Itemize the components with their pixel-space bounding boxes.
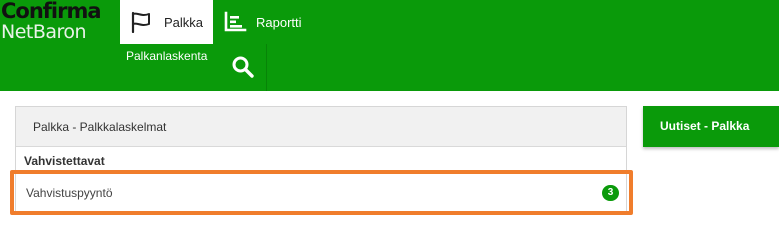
payslips-panel-title: Palkka - Palkkalaskelmat [33,120,167,134]
nav-tab-palkanlaskenta-label: Palkanlaskenta [126,49,208,63]
nav-tab-palkka-label: Palkka [164,15,204,30]
search-button[interactable] [223,44,267,91]
news-panel-title: Uutiset - Palkka [660,119,750,133]
news-panel-header[interactable]: Uutiset - Palkka [643,106,779,147]
payslips-panel-header: Palkka - Palkkalaskelmat [16,107,626,147]
nav-tab-palkanlaskenta[interactable]: Palkanlaskenta [118,44,223,91]
flag-icon [131,11,150,33]
top-navigation-bar: Confirma NetBaron Palkka Raportti Palkan… [0,0,779,91]
section-title-vahvistettavat: Vahvistettavat [24,154,105,168]
nav-tab-palkka[interactable]: Palkka [120,0,213,44]
search-icon [232,56,254,78]
logo-line-2: NetBaron [1,21,87,43]
logo[interactable]: Confirma NetBaron [0,0,118,44]
nav-tab-raportti[interactable]: Raportti [213,0,323,44]
highlight-outline [10,170,633,215]
nav-tab-raportti-label: Raportti [256,15,302,30]
report-chart-icon [224,11,247,32]
logo-line-1: Confirma [1,0,102,23]
